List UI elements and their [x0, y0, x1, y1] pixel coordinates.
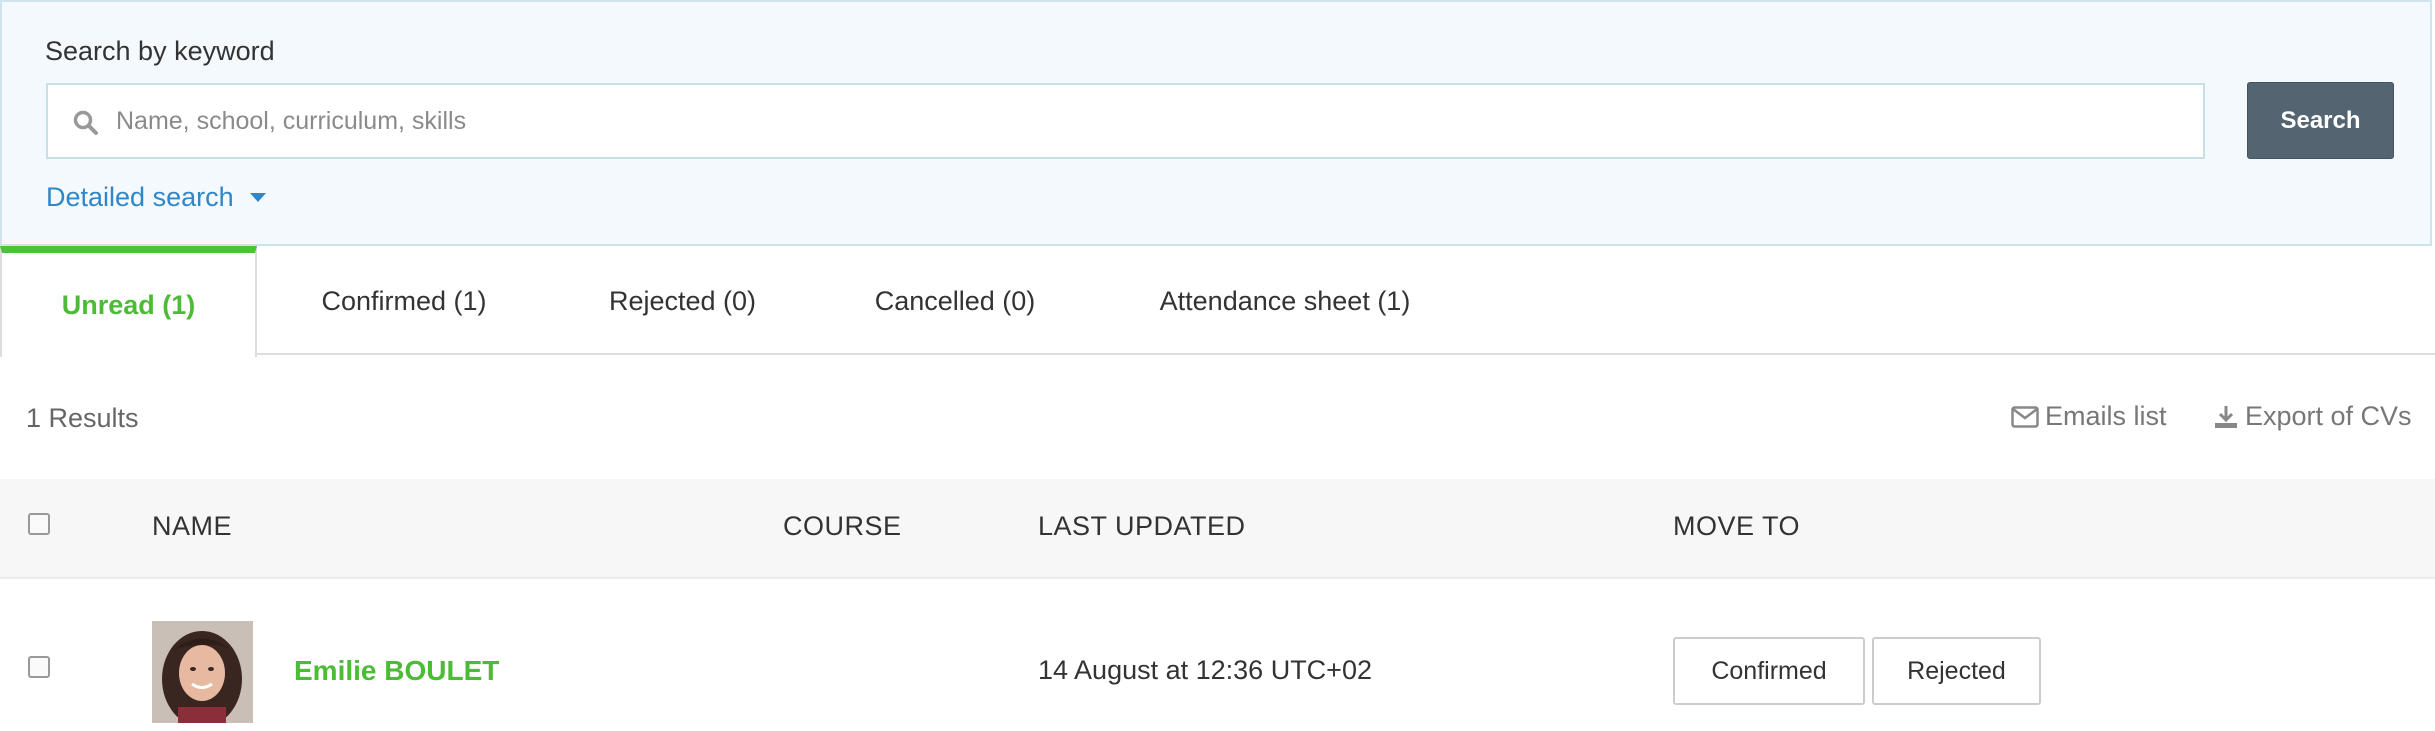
- export-cvs-label: Export of CVs: [2245, 401, 2412, 431]
- column-header-name: NAME: [152, 511, 233, 541]
- download-icon: [2215, 405, 2237, 428]
- table-header: NAME COURSE LAST UPDATED MOVE TO: [0, 479, 2435, 579]
- select-all-checkbox[interactable]: [28, 513, 50, 535]
- tab-rejected[interactable]: Rejected (0): [580, 246, 785, 356]
- tab-unread[interactable]: Unread (1): [0, 246, 257, 357]
- results-count: 1 Results: [26, 403, 139, 433]
- tab-confirmed[interactable]: Confirmed (1): [290, 246, 518, 356]
- column-header-last-updated: LAST UPDATED: [1038, 511, 1246, 541]
- envelope-icon: [2011, 405, 2039, 428]
- detailed-search-toggle[interactable]: Detailed search: [46, 182, 266, 213]
- export-cvs-link[interactable]: Export of CVs: [2213, 401, 2412, 432]
- column-header-course: COURSE: [783, 511, 902, 541]
- search-input[interactable]: Name, school, curriculum, skills: [46, 83, 2205, 159]
- search-placeholder: Name, school, curriculum, skills: [116, 107, 467, 135]
- move-to-confirmed-button[interactable]: Confirmed: [1673, 637, 1865, 705]
- emails-list-label: Emails list: [2045, 401, 2167, 431]
- status-tabs: Unread (1) Confirmed (1) Rejected (0) Ca…: [0, 246, 2435, 357]
- tab-attendance-sheet[interactable]: Attendance sheet (1): [1130, 246, 1440, 356]
- candidate-name-link[interactable]: Emilie BOULET: [294, 655, 499, 687]
- search-icon: [73, 110, 98, 135]
- detailed-search-label: Detailed search: [46, 182, 234, 212]
- caret-down-icon: [249, 193, 266, 202]
- emails-list-link[interactable]: Emails list: [2011, 401, 2167, 432]
- avatar[interactable]: [152, 621, 253, 723]
- profile-photo-icon: [152, 621, 253, 723]
- move-to-rejected-button[interactable]: Rejected: [1872, 637, 2041, 705]
- search-title: Search by keyword: [45, 36, 275, 66]
- search-panel: Search by keyword Name, school, curricul…: [0, 0, 2432, 246]
- tab-cancelled[interactable]: Cancelled (0): [855, 246, 1055, 356]
- row-checkbox[interactable]: [28, 656, 50, 678]
- column-header-move-to: MOVE TO: [1673, 511, 1801, 541]
- last-updated-value: 14 August at 12:36 UTC+02: [1038, 655, 1372, 685]
- table-row: Emilie BOULET 14 August at 12:36 UTC+02 …: [0, 581, 2435, 731]
- search-button[interactable]: Search: [2247, 82, 2394, 159]
